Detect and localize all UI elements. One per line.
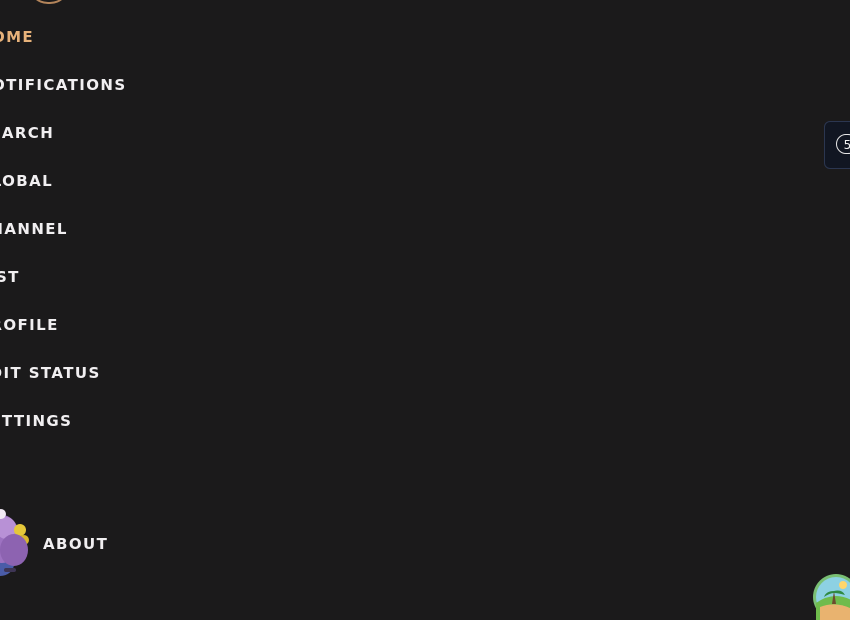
nav-item-notifications[interactable]: NOTIFICATIONS bbox=[0, 73, 127, 97]
page: HOME NOTIFICATIONS SEARCH GLOBAL CHANNEL… bbox=[0, 0, 850, 620]
side-widget[interactable]: 5 bbox=[824, 121, 850, 169]
nav-item-edit-status[interactable]: EDIT STATUS bbox=[0, 361, 101, 385]
island-scene-icon[interactable] bbox=[812, 573, 850, 620]
nav-item-home[interactable]: HOME bbox=[0, 25, 34, 49]
nav-item-settings[interactable]: SETTINGS bbox=[0, 409, 72, 433]
mascot-character-icon bbox=[0, 509, 29, 576]
nav-item-profile[interactable]: PROFILE bbox=[0, 313, 59, 337]
logo-icon[interactable] bbox=[28, 0, 70, 4]
nav-item-search[interactable]: SEARCH bbox=[0, 121, 54, 145]
nav-item-global[interactable]: GLOBAL bbox=[0, 169, 53, 193]
about-label: ABOUT bbox=[43, 535, 109, 553]
nav-item-channel[interactable]: CHANNEL bbox=[0, 217, 68, 241]
nav-item-about[interactable]: ABOUT bbox=[0, 506, 200, 586]
side-widget-badge: 5 bbox=[836, 134, 850, 154]
nav-item-list[interactable]: LIST bbox=[0, 265, 20, 289]
